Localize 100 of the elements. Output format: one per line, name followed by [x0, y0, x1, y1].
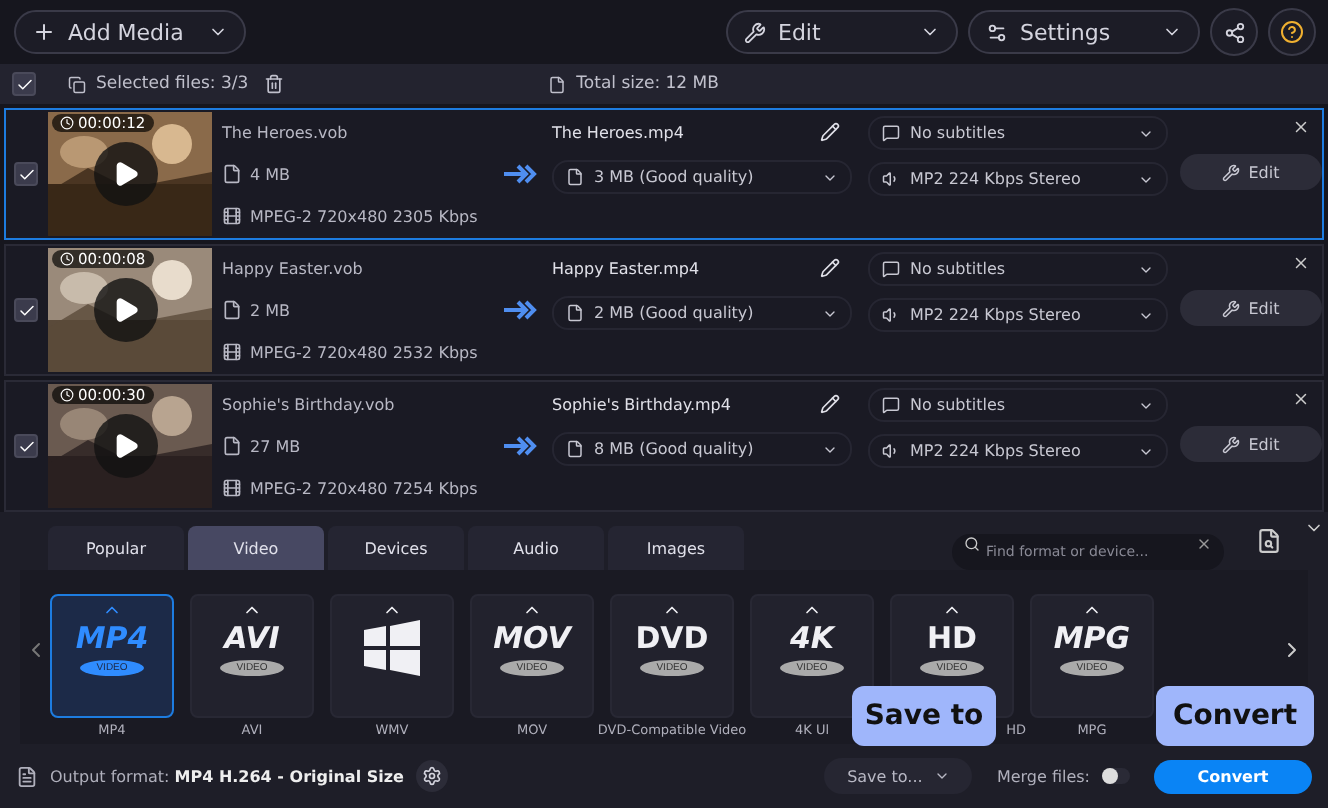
film-icon: [222, 206, 242, 226]
clear-icon[interactable]: [1196, 536, 1212, 552]
edit-button[interactable]: Edit: [1180, 154, 1322, 190]
settings-menu-button[interactable]: Settings: [968, 10, 1200, 54]
speech-bubble-icon: [882, 124, 900, 142]
file-search-icon[interactable]: [1256, 528, 1282, 554]
gear-icon: [421, 766, 442, 786]
close-icon[interactable]: [1292, 118, 1310, 136]
share-button[interactable]: [1210, 8, 1258, 56]
format-tab[interactable]: Popular: [48, 526, 184, 570]
windows-logo-icon: [362, 620, 422, 676]
wrench-icon: [1222, 299, 1241, 317]
clock-icon: [60, 388, 74, 402]
video-codec-info: MPEG-2 720x480 2305 Kbps: [250, 207, 478, 225]
help-icon: [1280, 20, 1304, 44]
film-icon: [222, 342, 242, 362]
selected-files-count: Selected files: 3/3: [96, 74, 249, 94]
output-format-label: Output format: MP4 H.264 - Original Size: [50, 767, 404, 785]
format-settings-button[interactable]: [415, 760, 448, 792]
save-to-dropdown[interactable]: Save to...: [824, 758, 973, 794]
wrench-icon: [1222, 435, 1241, 453]
output-size-dropdown[interactable]: 8 MB (Good quality): [552, 432, 852, 466]
edit-button[interactable]: Edit: [1180, 290, 1322, 326]
video-codec-info: MPEG-2 720x480 2532 Kbps: [250, 343, 478, 361]
audio-dropdown[interactable]: MP2 224 Kbps Stereo: [868, 162, 1168, 196]
format-tab[interactable]: Video: [188, 526, 324, 570]
output-file-name: The Heroes.mp4: [552, 123, 684, 141]
output-file-name: Happy Easter.mp4: [552, 259, 700, 277]
audio-dropdown[interactable]: MP2 224 Kbps Stereo: [868, 298, 1168, 332]
delete-icon[interactable]: [264, 74, 285, 94]
check-icon: [17, 437, 35, 455]
chevron-down-icon: [934, 768, 951, 784]
format-tab[interactable]: Devices: [328, 526, 464, 570]
format-tile[interactable]: [330, 594, 454, 718]
share-icon: [1223, 21, 1245, 43]
edit-button[interactable]: Edit: [1180, 426, 1322, 462]
format-tab[interactable]: Audio: [468, 526, 604, 570]
file-checkbox[interactable]: [14, 434, 38, 458]
select-all-checkbox[interactable]: [12, 72, 36, 96]
speaker-icon: [882, 442, 900, 460]
format-logo: 4K: [789, 620, 835, 656]
format-logo: DVD: [635, 620, 709, 656]
file-icon: [548, 75, 567, 93]
video-codec-info: MPEG-2 720x480 7254 Kbps: [250, 479, 478, 497]
format-logo: MOV: [493, 620, 571, 656]
files-icon: [68, 75, 86, 93]
output-size-dropdown[interactable]: 2 MB (Good quality): [552, 296, 852, 330]
file-icon: [566, 304, 584, 322]
merge-files-label: Merge files:: [996, 767, 1090, 785]
format-icon: [16, 765, 38, 787]
convert-arrow-icon: [504, 300, 540, 320]
convert-arrow-icon: [504, 164, 540, 184]
film-icon: [222, 478, 242, 498]
search-icon: [964, 536, 980, 552]
speech-bubble-icon: [882, 396, 900, 414]
convert-button[interactable]: Convert: [1154, 759, 1312, 793]
add-media-button[interactable]: Add Media: [14, 10, 246, 54]
tooltip: Save to: [852, 686, 996, 746]
file-icon: [222, 300, 242, 320]
subtitles-dropdown[interactable]: No subtitles: [868, 252, 1168, 286]
source-file-name: The Heroes.vob: [222, 121, 350, 145]
file-checkbox[interactable]: [14, 162, 38, 186]
source-size: 27 MB: [250, 437, 301, 455]
close-icon[interactable]: [1292, 390, 1310, 408]
format-logo: MPG: [1053, 620, 1131, 656]
close-icon[interactable]: [1292, 254, 1310, 272]
source-size: 4 MB: [250, 165, 291, 183]
check-icon: [17, 165, 35, 183]
file-icon: [566, 440, 584, 458]
edit-menu-button[interactable]: Edit: [726, 10, 958, 54]
speaker-icon: [882, 306, 900, 324]
format-tab[interactable]: Images: [608, 526, 744, 570]
clock-icon: [60, 252, 74, 266]
pencil-icon[interactable]: [820, 394, 840, 414]
total-size: Total size: 12 MB: [576, 74, 719, 94]
wrench-icon: [1222, 163, 1241, 181]
tooltip: Convert: [1156, 686, 1314, 746]
format-logo: AVI: [224, 620, 280, 656]
pencil-icon[interactable]: [820, 122, 840, 142]
subtitles-dropdown[interactable]: No subtitles: [868, 116, 1168, 150]
subtitles-dropdown[interactable]: No subtitles: [868, 388, 1168, 422]
play-icon: [112, 160, 140, 188]
source-file-name: Sophie's Birthday.vob: [222, 393, 397, 418]
play-icon: [112, 432, 140, 460]
file-checkbox[interactable]: [14, 298, 38, 322]
plus-icon: [32, 20, 56, 44]
convert-arrow-icon: [504, 436, 540, 456]
speaker-icon: [882, 170, 900, 188]
file-icon: [566, 168, 584, 186]
audio-dropdown[interactable]: MP2 224 Kbps Stereo: [868, 434, 1168, 468]
merge-toggle[interactable]: [1102, 768, 1130, 784]
source-size: 2 MB: [250, 301, 291, 319]
help-button[interactable]: [1268, 8, 1316, 56]
format-logo: HD: [926, 620, 977, 656]
source-file-name: Happy Easter.vob: [222, 257, 365, 282]
play-icon: [112, 296, 140, 324]
pencil-icon[interactable]: [820, 258, 840, 278]
clock-icon: [60, 116, 74, 130]
output-size-dropdown[interactable]: 3 MB (Good quality): [552, 160, 852, 194]
output-file-name: Sophie's Birthday.mp4: [552, 395, 731, 413]
